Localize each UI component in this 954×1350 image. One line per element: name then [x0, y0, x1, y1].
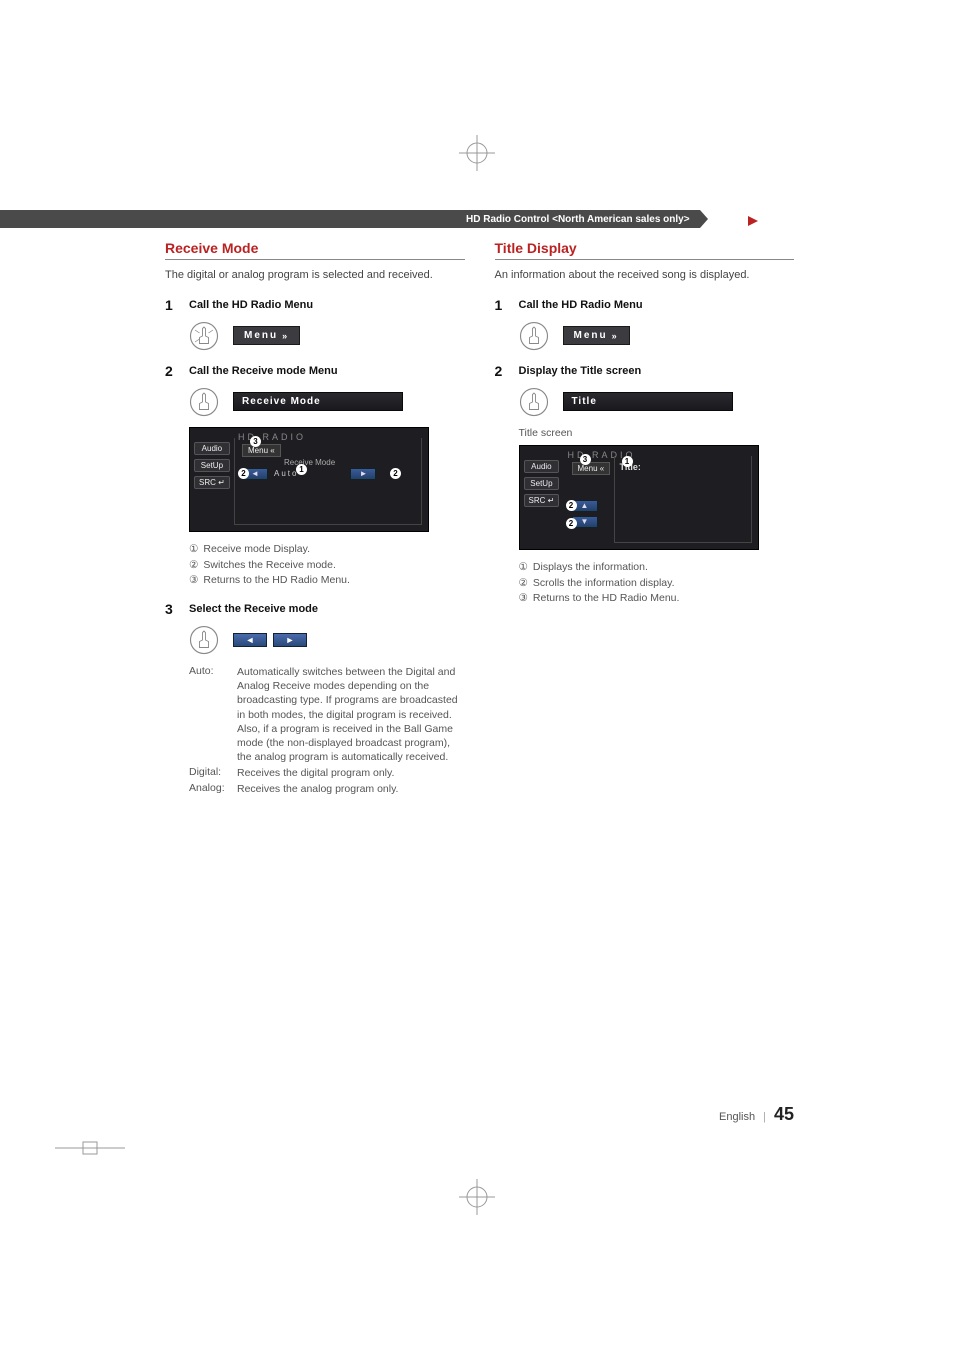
header-label: HD Radio Control <North American sales o…: [460, 210, 700, 228]
menu-back-button[interactable]: Menu «: [572, 462, 611, 475]
callout-1-marker: 1: [296, 464, 307, 475]
legend-num-1: ①: [189, 542, 198, 558]
touch-hand-icon: [189, 387, 219, 417]
r-step-2-num: 2: [495, 363, 511, 379]
menu-button-label: Menu: [244, 330, 278, 341]
receive-mode-bar-button[interactable]: Receive Mode: [233, 392, 403, 411]
step-3-title: Select the Receive mode: [189, 601, 318, 617]
r-step-2: 2 Display the Title screen: [495, 363, 795, 379]
return-arrow-icon: ↵: [548, 496, 555, 505]
menu-button[interactable]: Menu »: [563, 326, 630, 345]
setup-button[interactable]: SetUp: [194, 459, 230, 472]
setup-button[interactable]: SetUp: [524, 477, 560, 490]
footer-lang: English: [719, 1111, 755, 1123]
footer: English | 45: [719, 1104, 794, 1125]
title-screen: HD RADIO Audio SetUp SRC ↵ Menu « Title:…: [519, 445, 759, 550]
step-3: 3 Select the Receive mode: [165, 601, 465, 617]
r-step-1-title: Call the HD Radio Menu: [519, 297, 643, 313]
step-2-num: 2: [165, 363, 181, 379]
step-2: 2 Call the Receive mode Menu: [165, 363, 465, 379]
callout-2b-marker: 2: [390, 468, 401, 479]
receive-mode-value: Auto: [274, 469, 298, 478]
footer-separator: |: [763, 1111, 766, 1123]
step-1-num: 1: [165, 297, 181, 313]
legend-2-text: Scrolls the information display.: [533, 576, 675, 592]
legend-num-3: ③: [519, 591, 528, 607]
src-button[interactable]: SRC ↵: [524, 494, 560, 507]
title-legend: ① Displays the information. ② Scrolls th…: [519, 560, 795, 607]
right-arrow-button[interactable]: ►: [273, 633, 307, 647]
analog-desc: Receives the analog program only.: [237, 782, 465, 796]
return-arrow-icon: ↵: [218, 478, 225, 487]
chevron-right-icon: »: [612, 331, 619, 341]
menu-button[interactable]: Menu »: [233, 326, 300, 345]
step-2-title: Call the Receive mode Menu: [189, 363, 338, 379]
legend-1-text: Displays the information.: [533, 560, 648, 576]
step-3-num: 3: [165, 601, 181, 617]
touch-hand-icon: [189, 321, 219, 351]
legend-3-text: Returns to the HD Radio Menu.: [533, 591, 680, 607]
touch-hand-icon: [519, 321, 549, 351]
title-display-heading: Title Display: [495, 240, 795, 260]
menu-button-label: Menu: [574, 330, 608, 341]
title-display-intro: An information about the received song i…: [495, 268, 795, 283]
analog-label: Analog:: [189, 782, 237, 796]
mode-definitions: Auto:Automatically switches between the …: [189, 665, 465, 797]
receive-mode-intro: The digital or analog program is selecte…: [165, 268, 465, 283]
receive-mode-row-label: Receive Mode: [284, 458, 335, 467]
hinge-mark: [55, 1140, 125, 1156]
auto-desc: Automatically switches between the Digit…: [237, 665, 465, 764]
callout-2-marker: 2: [566, 500, 577, 511]
receive-mode-screen: HD RADIO Audio SetUp SRC ↵ Menu « Receiv…: [189, 427, 429, 532]
callout-3-marker: 3: [250, 436, 261, 447]
callout-2-marker: 2: [238, 468, 249, 479]
right-column: Title Display An information about the r…: [495, 240, 795, 799]
legend-num-3: ③: [189, 573, 198, 589]
digital-desc: Receives the digital program only.: [237, 766, 465, 780]
receive-mode-heading: Receive Mode: [165, 240, 465, 260]
legend-3-text: Returns to the HD Radio Menu.: [203, 573, 350, 589]
touch-hand-icon: [519, 387, 549, 417]
next-arrow-button[interactable]: ►: [350, 468, 376, 480]
left-column: Receive Mode The digital or analog progr…: [165, 240, 465, 799]
legend-num-2: ②: [519, 576, 528, 592]
header-band: HD Radio Control <North American sales o…: [0, 210, 954, 228]
header-label-text: HD Radio Control <North American sales o…: [466, 214, 690, 225]
legend-2-text: Switches the Receive mode.: [203, 558, 335, 574]
step-1: 1 Call the HD Radio Menu: [165, 297, 465, 313]
title-bar-button[interactable]: Title: [563, 392, 733, 411]
left-arrow-button[interactable]: ◄: [233, 633, 267, 647]
legend-num-1: ①: [519, 560, 528, 576]
touch-hand-icon: [189, 625, 219, 655]
title-screen-caption: Title screen: [519, 427, 795, 439]
digital-label: Digital:: [189, 766, 237, 780]
auto-label: Auto:: [189, 665, 237, 764]
r-step-1: 1 Call the HD Radio Menu: [495, 297, 795, 313]
page-number: 45: [774, 1104, 794, 1125]
crop-mark-bottom: [459, 1179, 495, 1215]
legend-1-text: Receive mode Display.: [203, 542, 310, 558]
src-button[interactable]: SRC ↵: [194, 476, 230, 489]
callout-2b-marker: 2: [566, 518, 577, 529]
menu-back-button[interactable]: Menu «: [242, 444, 281, 457]
step-1-title: Call the HD Radio Menu: [189, 297, 313, 313]
crop-mark-top: [459, 135, 495, 171]
callout-1-marker: 1: [622, 456, 633, 467]
callout-3-marker: 3: [580, 454, 591, 465]
chevron-right-icon: »: [282, 331, 289, 341]
receive-legend: ① Receive mode Display. ② Switches the R…: [189, 542, 465, 589]
r-step-2-title: Display the Title screen: [519, 363, 642, 379]
audio-button[interactable]: Audio: [194, 442, 230, 455]
r-step-1-num: 1: [495, 297, 511, 313]
legend-num-2: ②: [189, 558, 198, 574]
audio-button[interactable]: Audio: [524, 460, 560, 473]
